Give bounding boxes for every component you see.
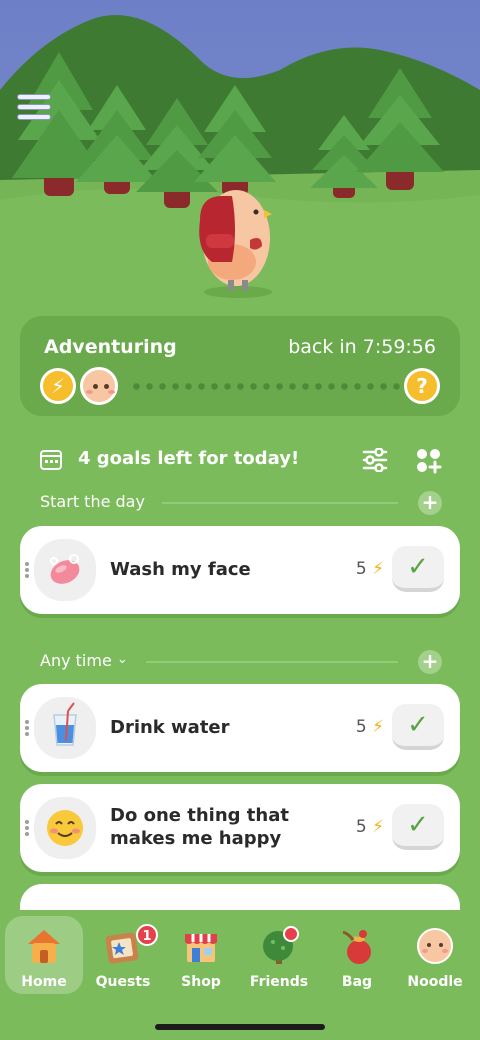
nav-noodle[interactable]: Noodle — [396, 916, 474, 994]
goal-label-line: makes me happy — [110, 828, 282, 849]
section-start-the-day: Start the day + — [40, 490, 442, 516]
happy-face-icon — [34, 797, 96, 859]
lightning-bolt-icon: ⚡ — [372, 559, 384, 579]
adventure-title: Adventuring — [44, 336, 177, 358]
goal-label: Do one thing that makes me happy — [110, 804, 289, 850]
nav-label: Quests — [95, 974, 151, 990]
goal-points: 5 ⚡ — [356, 817, 384, 837]
complete-check-button[interactable]: ✓ — [392, 804, 444, 850]
complete-check-button[interactable]: ✓ — [392, 704, 444, 750]
goal-card[interactable]: Wash my face 5 ⚡ ✓ — [20, 526, 460, 614]
lightning-bolt-icon: ⚡ — [372, 717, 384, 737]
nav-label: Noodle — [407, 974, 463, 990]
soap-icon — [34, 539, 96, 601]
goal-label: Wash my face — [110, 559, 251, 580]
shop-icon — [185, 934, 217, 962]
points-value: 5 — [355, 559, 367, 579]
lightning-bolt-icon: ⚡ — [40, 368, 76, 404]
section-any-time: Any time ⌄ + — [40, 649, 442, 675]
adventure-card[interactable]: Adventuring back in 7:59:56 ⚡ ? — [20, 316, 460, 416]
section-label: Start the day — [40, 492, 145, 511]
drag-handle-icon[interactable] — [25, 820, 29, 838]
section-label[interactable]: Any time ⌄ — [40, 651, 128, 670]
drag-handle-icon[interactable] — [25, 720, 29, 738]
bag-icon — [342, 930, 371, 964]
complete-check-button[interactable]: ✓ — [392, 546, 444, 592]
divider — [162, 502, 398, 504]
filter-sliders-icon[interactable] — [362, 448, 388, 472]
home-indicator[interactable] — [155, 1024, 325, 1030]
nav-quests[interactable]: 1 Quests — [84, 916, 162, 994]
nav-friends[interactable]: Friends — [240, 916, 318, 994]
nav-label: Bag — [341, 974, 373, 990]
menu-button[interactable] — [14, 90, 54, 126]
tree-friends-icon — [263, 926, 299, 964]
nav-label: Friends — [249, 974, 309, 990]
chevron-down-icon: ⌄ — [116, 652, 128, 667]
bottom-navigation: Home 1 Quests Shop Friends Bag Noodle — [0, 910, 480, 1040]
goal-points: 5 ⚡ — [356, 717, 384, 737]
forest-scene — [0, 0, 480, 330]
points-value: 5 — [355, 717, 367, 737]
noodle-face-icon — [417, 928, 453, 964]
adventure-progress-track: ⚡ ? — [38, 366, 442, 406]
question-mark-icon[interactable]: ? — [404, 368, 440, 404]
goal-card[interactable]: Drink water 5 ⚡ ✓ — [20, 684, 460, 772]
adventure-timer: back in 7:59:56 — [288, 336, 436, 358]
lightning-bolt-icon: ⚡ — [372, 817, 384, 837]
add-goal-button[interactable]: + — [418, 650, 442, 674]
progress-dots — [130, 383, 406, 390]
add-goal-button[interactable]: + — [418, 491, 442, 515]
drag-handle-icon[interactable] — [25, 562, 29, 580]
goal-label-line: Do one thing that — [110, 805, 289, 826]
calendar-icon — [40, 450, 62, 470]
divider — [146, 661, 398, 663]
goal-points: 5 ⚡ — [356, 559, 384, 579]
goals-left-title: 4 goals left for today! — [78, 448, 300, 469]
points-value: 5 — [355, 817, 367, 837]
nav-shop[interactable]: Shop — [162, 916, 240, 994]
nav-home[interactable]: Home — [5, 916, 83, 994]
forest-illustration — [0, 15, 480, 330]
menu-icon — [17, 94, 51, 100]
goal-card[interactable]: Do one thing that makes me happy 5 ⚡ ✓ — [20, 784, 460, 872]
add-widget-grid-icon[interactable] — [416, 448, 442, 474]
nav-bag[interactable]: Bag — [318, 916, 396, 994]
water-glass-icon — [34, 697, 96, 759]
noodle-avatar — [80, 367, 118, 405]
house-icon — [28, 930, 60, 963]
notification-badge: 1 — [136, 924, 158, 946]
section-label-text: Any time — [40, 651, 112, 670]
nav-label: Home — [21, 974, 67, 990]
nav-label: Shop — [181, 974, 221, 990]
goal-label: Drink water — [110, 717, 230, 738]
goals-header: 4 goals left for today! — [20, 440, 460, 480]
